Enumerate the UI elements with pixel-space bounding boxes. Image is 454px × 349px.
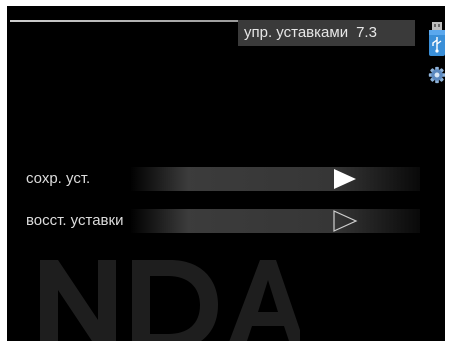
gear-icon[interactable] (428, 64, 446, 86)
page-title: упр. уставками (244, 24, 349, 41)
menu-item-restore-settings[interactable]: восст. уставки (20, 206, 420, 236)
frame-edge (445, 0, 454, 349)
usb-icon[interactable] (428, 22, 446, 56)
display-screen: упр. уставками 7.3 сохр. уст. восст. уст… (0, 0, 454, 349)
menu-item-label: восст. уставки (26, 212, 124, 229)
menu-number: 7.3 (356, 24, 377, 41)
title-rule (10, 20, 242, 22)
menu-item-label: сохр. уст. (26, 170, 91, 187)
frame-edge (0, 341, 454, 349)
menu-item-save-settings[interactable]: сохр. уст. (20, 164, 420, 194)
title-bar: упр. уставками 7.3 (238, 20, 415, 46)
menu-item-highlight (130, 209, 420, 233)
frame-edge (0, 0, 454, 6)
play-arrow-icon[interactable] (332, 167, 358, 191)
brand-watermark (40, 240, 300, 349)
frame-edge (0, 0, 7, 349)
menu-item-highlight (130, 167, 420, 191)
play-arrow-outline-icon[interactable] (332, 209, 358, 233)
